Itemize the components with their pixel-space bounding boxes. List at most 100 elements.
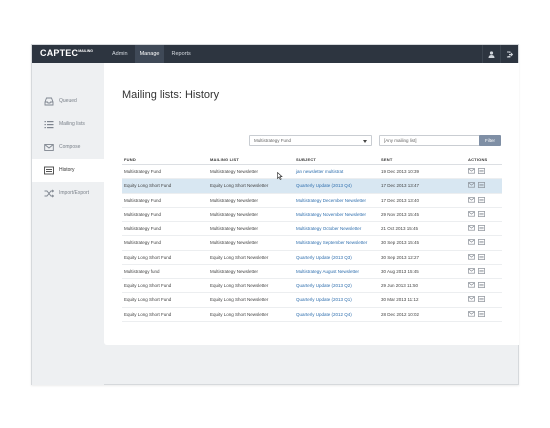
view-list-icon[interactable] xyxy=(478,182,485,189)
mailing-list-cell: Multistrategy Newsletter xyxy=(210,240,259,246)
fund-select[interactable]: Multistrategy Fund xyxy=(249,135,372,146)
mailing-list-cell: Multistrategy Newsletter xyxy=(210,197,259,203)
view-list-icon[interactable] xyxy=(478,267,485,274)
view-list-icon[interactable] xyxy=(478,253,485,260)
envelope-icon[interactable] xyxy=(468,196,475,203)
sidebar-item-label: Queued xyxy=(59,98,77,104)
header-subject[interactable]: SUBJECT xyxy=(296,157,316,162)
view-list-icon[interactable] xyxy=(478,282,485,288)
view-list-icon[interactable] xyxy=(478,225,485,231)
view-list-icon[interactable] xyxy=(478,296,485,303)
sent-cell: 29 Nov 2013 15:45 xyxy=(381,211,420,217)
mailing-list-cell: Multistrategy Newsletter xyxy=(210,268,259,274)
fund-cell: Multistrategy Fund xyxy=(124,197,162,203)
subject-link[interactable]: Quarterly Update (2013 Q3) xyxy=(296,255,352,260)
mailing-list-cell: Equity Long Short Newsletter xyxy=(210,183,269,189)
nav-manage[interactable]: Manage xyxy=(134,45,165,63)
subject-link[interactable]: Quarterly Update (2013 Q4) xyxy=(296,183,352,188)
view-list-icon[interactable] xyxy=(478,310,485,317)
subject-link[interactable]: Multistrategy December Newsletter xyxy=(296,198,366,203)
history-list-icon xyxy=(44,166,54,175)
sent-cell: 17 Dec 2013 13:47 xyxy=(381,183,420,189)
header-fund[interactable]: FUND xyxy=(124,157,136,162)
table-row[interactable]: Multistrategy Fund Multistrategy Newslett… xyxy=(122,194,502,208)
sent-cell: 21 Oct 2013 15:45 xyxy=(381,226,419,231)
sent-cell: 28 Dec 2012 10:02 xyxy=(381,311,420,317)
sent-cell: 19 Dec 2013 10:39 xyxy=(381,169,420,174)
list-icon xyxy=(44,121,54,129)
subject-link[interactable]: Quarterly Update (2013 Q2) xyxy=(296,283,352,288)
sidebar-item-mailing-lists[interactable]: Mailing lists xyxy=(32,113,104,136)
envelope-icon[interactable] xyxy=(468,182,475,188)
subject-link[interactable]: Multistrategy October Newsletter xyxy=(296,226,361,231)
subject-link[interactable]: Multistrategy November Newsletter xyxy=(296,212,366,217)
table-row[interactable]: Equity Long Short Fund Equity Long Short … xyxy=(122,308,502,322)
envelope-icon[interactable] xyxy=(468,282,475,288)
view-list-icon[interactable] xyxy=(478,196,485,203)
app-window: CAPTECMAILING Admin Manage Reports Queue… xyxy=(31,44,519,385)
subject-link[interactable]: Multistrategy September Newsletter xyxy=(296,240,367,245)
fund-cell: Equity Long Short Fund xyxy=(124,283,172,288)
envelope-icon[interactable] xyxy=(468,168,475,174)
sidebar-item-label: Compose xyxy=(59,144,81,150)
table-row[interactable]: Multistrategy Fund Multistrategy Newslett… xyxy=(122,165,502,180)
subject-link[interactable]: Quarterly Update (2012 Q4) xyxy=(296,312,352,317)
header-sent[interactable]: SENT xyxy=(381,157,392,162)
envelope-icon[interactable] xyxy=(468,310,475,317)
envelope-icon[interactable] xyxy=(468,296,475,302)
fund-cell: Multistrategy Fund xyxy=(124,169,162,174)
view-list-icon[interactable] xyxy=(478,210,485,217)
envelope-icon[interactable] xyxy=(468,268,475,274)
table-row[interactable]: Multistrategy fund Multistrategy Newslett… xyxy=(122,265,502,279)
table-row[interactable]: Equity Long Short Fund Equity Long Short … xyxy=(122,293,502,308)
nav-admin[interactable]: Admin xyxy=(107,45,133,63)
sidebar-item-history[interactable]: History xyxy=(32,159,104,182)
top-icons xyxy=(482,45,518,63)
sidebar-item-label: Import/Export xyxy=(59,190,90,196)
table-row[interactable]: Equity Long Short Fund Equity Long Short … xyxy=(122,251,502,265)
subject-link[interactable]: Quarterly Update (2013 Q1) xyxy=(296,297,352,302)
table-header: FUND MAILING LIST SUBJECT SENT ACTIONS xyxy=(122,155,502,165)
logout-icon[interactable] xyxy=(500,45,518,63)
main-nav: Admin Manage Reports xyxy=(107,45,198,63)
subject-link[interactable]: Multistrategy August Newsletter xyxy=(296,269,359,274)
header-mailing-list[interactable]: MAILING LIST xyxy=(210,157,239,162)
top-navbar: CAPTECMAILING Admin Manage Reports xyxy=(32,45,518,63)
sidebar-item-label: Mailing lists xyxy=(59,121,85,127)
user-icon[interactable] xyxy=(482,45,500,63)
fund-cell: Multistrategy Fund xyxy=(124,211,162,217)
envelope-icon[interactable] xyxy=(468,253,475,260)
mailing-list-cell: Multistrategy Newsletter xyxy=(210,169,259,174)
sent-cell: 30 Aug 2013 15:45 xyxy=(381,268,419,274)
sidebar-item-compose[interactable]: Compose xyxy=(32,136,104,159)
table-row[interactable]: Equity Long Short Fund Equity Long Short … xyxy=(122,179,502,194)
envelope-icon xyxy=(44,144,54,151)
envelope-icon[interactable] xyxy=(468,225,475,231)
subject-link[interactable]: jan newsletter multistrat xyxy=(296,169,343,174)
table-row[interactable]: Equity Long Short Fund Equity Long Short … xyxy=(122,279,502,294)
header-actions: ACTIONS xyxy=(468,157,488,162)
table-row[interactable]: Multistrategy Fund Multistrategy Newslett… xyxy=(122,222,502,237)
mailing-list-cell: Equity Long Short Newsletter xyxy=(210,283,269,288)
mailing-list-cell: Multistrategy Newsletter xyxy=(210,226,259,231)
table-body: Multistrategy Fund Multistrategy Newslett… xyxy=(122,165,502,322)
app-logo[interactable]: CAPTECMAILING xyxy=(40,48,93,58)
fund-cell: Multistrategy Fund xyxy=(124,240,162,246)
inbox-tray-icon xyxy=(44,97,54,106)
chevron-down-icon xyxy=(363,139,367,143)
table-row[interactable]: Multistrategy Fund Multistrategy Newslett… xyxy=(122,208,502,222)
filter-button[interactable]: Filter xyxy=(479,135,501,146)
sent-cell: 30 Sep 2013 12:27 xyxy=(381,254,420,260)
nav-reports[interactable]: Reports xyxy=(166,45,195,63)
sidebar-item-import-export[interactable]: Import/Export xyxy=(32,182,104,205)
table-row[interactable]: Multistrategy Fund Multistrategy Newslett… xyxy=(122,236,502,251)
history-table: FUND MAILING LIST SUBJECT SENT ACTIONS M… xyxy=(122,155,502,322)
sidebar-item-queued[interactable]: Queued xyxy=(32,90,104,113)
envelope-icon[interactable] xyxy=(468,211,475,217)
page-title: Mailing lists: History xyxy=(122,89,220,101)
fund-cell: Multistrategy Fund xyxy=(124,226,162,231)
envelope-icon[interactable] xyxy=(468,239,475,245)
sidebar-item-label: History xyxy=(59,167,75,173)
view-list-icon[interactable] xyxy=(478,239,485,246)
view-list-icon[interactable] xyxy=(478,168,485,174)
